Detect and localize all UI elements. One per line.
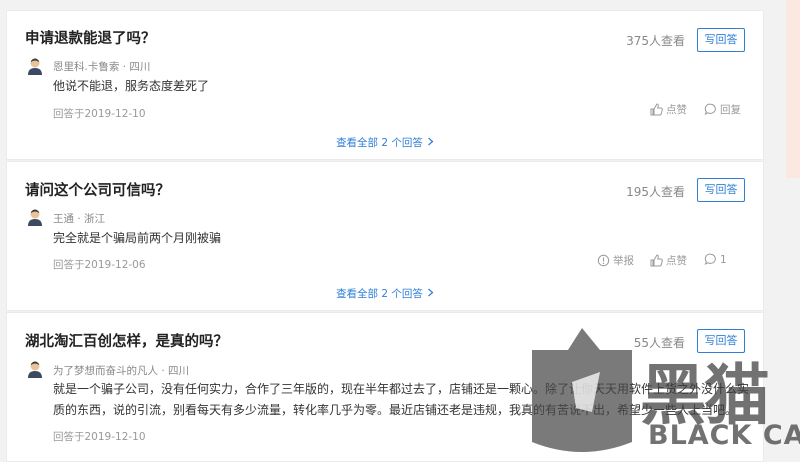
reply-label: 回复 xyxy=(720,104,741,116)
like-label: 点赞 xyxy=(666,104,687,116)
view-all-answers-link[interactable]: 查看全部 2 个回答 xyxy=(7,135,763,150)
thumbs-up-icon xyxy=(650,254,663,267)
avatar xyxy=(27,208,43,226)
watermark-en: BLACK CAT xyxy=(648,420,800,451)
warning-circle-icon xyxy=(597,254,610,267)
like-button[interactable]: 点赞 xyxy=(650,253,687,268)
answer-user[interactable]: 恩里科.卡鲁索 · 四川 xyxy=(53,59,150,74)
view-all-label: 查看全部 2 个回答 xyxy=(336,137,423,149)
write-answer-button[interactable]: 写回答 xyxy=(697,178,745,202)
answer-text: 他说不能退，服务态度差死了 xyxy=(53,79,210,93)
answer-user[interactable]: 为了梦想而奋斗的凡人 · 四川 xyxy=(53,363,189,378)
reply-button[interactable]: 回复 xyxy=(704,102,741,117)
answer-user[interactable]: 王通 · 浙江 xyxy=(53,211,105,226)
question-title[interactable]: 申请退款能退了吗？ xyxy=(25,27,156,48)
report-label: 举报 xyxy=(613,255,634,267)
avatar xyxy=(27,57,43,75)
report-button[interactable]: 举报 xyxy=(597,253,634,268)
view-all-answers-link[interactable]: 查看全部 2 个回答 xyxy=(7,286,763,301)
answer-date: 回答于2019-12-06 xyxy=(53,259,146,271)
like-label: 点赞 xyxy=(666,255,687,267)
answer-date: 回答于2019-12-10 xyxy=(53,108,146,120)
chevron-right-icon xyxy=(427,288,434,300)
comment-icon xyxy=(704,253,716,265)
like-button[interactable]: 点赞 xyxy=(650,102,687,117)
write-answer-button[interactable]: 写回答 xyxy=(697,28,745,52)
view-count: 195人查看 xyxy=(626,185,685,199)
question-card: 申请退款能退了吗？ 375人查看 写回答 恩里科.卡鲁索 · 四川 他说不能退，… xyxy=(6,10,764,160)
view-count: 375人查看 xyxy=(626,34,685,48)
qa-page: 申请退款能退了吗？ 375人查看 写回答 恩里科.卡鲁索 · 四川 他说不能退，… xyxy=(0,0,800,462)
view-all-label: 查看全部 2 个回答 xyxy=(336,288,423,300)
reply-button[interactable]: 1 xyxy=(704,253,727,266)
side-strip xyxy=(786,0,800,178)
thumbs-up-icon xyxy=(650,103,663,116)
chevron-right-icon xyxy=(427,137,434,149)
comment-icon xyxy=(704,103,716,115)
question-title[interactable]: 请问这个公司可信吗？ xyxy=(25,179,170,200)
answer-date: 回答于2019-12-10 xyxy=(53,431,146,443)
reply-count: 1 xyxy=(720,253,727,266)
avatar xyxy=(27,360,43,378)
question-card: 请问这个公司可信吗？ 195人查看 写回答 王通 · 浙江 完全就是个骗局前两个… xyxy=(6,161,764,311)
question-title[interactable]: 湖北淘汇百创怎样，是真的吗？ xyxy=(25,330,228,351)
answer-text: 完全就是个骗局前两个月刚被骗 xyxy=(53,231,222,245)
